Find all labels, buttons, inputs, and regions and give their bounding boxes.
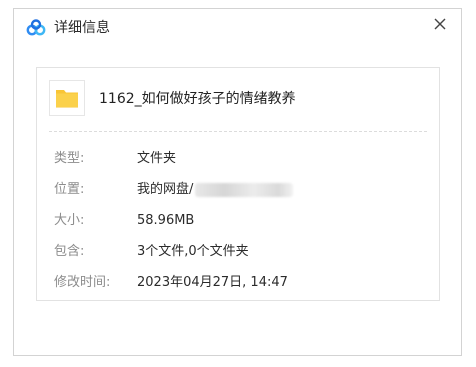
- dialog-title: 详细信息: [54, 20, 110, 36]
- folder-thumbnail: [49, 80, 85, 116]
- file-details-card: 1162_如何做好孩子的情绪教养 类型: 文件夹 位置: 我的网盘/ 大小: 5…: [36, 67, 440, 301]
- redacted-path: [195, 182, 294, 197]
- modified-value: 2023年04月27日, 14:47: [137, 275, 288, 290]
- file-name: 1162_如何做好孩子的情绪教养: [99, 91, 296, 107]
- dialog-titlebar: 详细信息: [14, 9, 461, 47]
- divider: [49, 131, 427, 132]
- size-value: 58.96MB: [137, 213, 195, 228]
- details-dialog: 详细信息 1162_如何做好孩子的情绪教养 类型: 文件夹 位置: 我的网盘/ …: [13, 8, 462, 356]
- contains-value: 3个文件,0个文件夹: [137, 244, 249, 259]
- modified-label: 修改时间:: [54, 275, 111, 290]
- size-label: 大小:: [54, 213, 85, 228]
- location-label: 位置:: [54, 182, 85, 197]
- type-label: 类型:: [54, 151, 85, 166]
- location-value-wrap: 我的网盘/: [137, 181, 294, 199]
- close-icon[interactable]: [429, 13, 451, 35]
- contains-label: 包含:: [54, 244, 85, 259]
- type-value: 文件夹: [137, 151, 177, 166]
- folder-icon: [56, 90, 78, 108]
- baidu-netdisk-logo-icon: [26, 19, 46, 36]
- location-value[interactable]: 我的网盘/: [137, 182, 193, 197]
